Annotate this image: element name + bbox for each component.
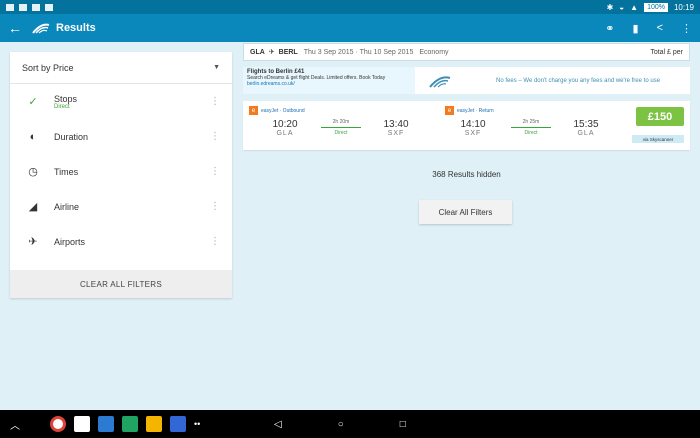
flight-result-card[interactable]: e easyJet · Outbound 10:20 GLA 2h 20m Di… <box>243 101 690 150</box>
search-summary[interactable]: GLA ✈ BERL Thu 3 Sep 2015 · Thu 10 Sep 2… <box>243 43 690 61</box>
overflow-menu-icon[interactable]: ⋮ <box>681 22 692 35</box>
price-button[interactable]: £150 <box>636 107 684 126</box>
arrival-time: 15:35 <box>573 119 599 130</box>
carrier-label: easyJet · Return <box>457 107 494 114</box>
origin-code: GLA <box>250 48 265 56</box>
gmail-icon[interactable] <box>74 416 90 432</box>
recents-nav-icon[interactable]: □ <box>400 419 406 430</box>
notification-icon <box>6 3 14 11</box>
drive-icon[interactable] <box>122 416 138 432</box>
system-nav-bar: ︿ •• ◁ ○ □ <box>0 410 700 438</box>
chart-icon[interactable]: ▮ <box>633 22 639 35</box>
outbound-leg: e easyJet · Outbound 10:20 GLA 2h 20m Di… <box>243 101 433 150</box>
cabin-class: Economy <box>419 48 449 56</box>
filter-label: Stops <box>54 93 78 104</box>
wifi-icon: ◒ <box>619 2 625 12</box>
filter-label: Times <box>54 166 79 177</box>
filter-panel: Sort by Price ▼ ✓ Stops Direct ⋮ ◐ Durat… <box>10 52 232 298</box>
more-icon[interactable]: ⋮ <box>210 201 220 212</box>
departure-code: SXF <box>464 130 482 137</box>
office-icon[interactable] <box>146 416 162 432</box>
plane-icon: ✈ <box>268 49 275 56</box>
back-nav-icon[interactable]: ◁ <box>274 419 282 430</box>
filter-times[interactable]: ◷ Times ⋮ <box>10 154 232 189</box>
stops-label: Direct <box>334 130 348 136</box>
carrier-label: easyJet · Outbound <box>261 107 305 114</box>
easyjet-logo-icon: e <box>249 106 258 115</box>
filter-airports[interactable]: ✈ Airports ⋮ <box>10 224 232 259</box>
route-line <box>511 127 551 128</box>
notification-icon <box>19 3 27 11</box>
filter-label: Airports <box>54 236 86 247</box>
via-provider-label: via Skyscanner <box>632 135 684 143</box>
notification-icon <box>45 3 53 11</box>
more-apps-icon[interactable]: •• <box>194 419 200 429</box>
home-nav-icon[interactable]: ○ <box>338 419 344 430</box>
more-icon[interactable]: ⋮ <box>210 236 220 247</box>
arrival-code: SXF <box>387 130 405 137</box>
route-line <box>321 127 361 128</box>
filter-sub-label: Direct <box>54 103 70 110</box>
sort-label: Sort by Price <box>22 62 74 73</box>
skyscanner-logo-icon <box>429 75 451 88</box>
filter-stops[interactable]: ✓ Stops Direct ⋮ <box>10 84 232 119</box>
arrival-code: GLA <box>577 130 595 137</box>
back-arrow-icon[interactable]: ← <box>8 20 26 36</box>
notification-icon <box>32 3 40 11</box>
clock-icon: ◷ <box>28 166 38 178</box>
sponsored-ad[interactable]: Flights to Berlin £41 Search eDreams & g… <box>243 67 415 94</box>
app-bar: ← Results ⚭ ▮ < ⋮ <box>0 14 700 42</box>
calendar-icon[interactable] <box>170 416 186 432</box>
chrome-icon[interactable] <box>50 416 66 432</box>
filter-label: Airline <box>54 201 80 212</box>
chevron-up-icon[interactable]: ︿ <box>10 417 50 432</box>
bluetooth-icon: ✱ <box>606 2 614 12</box>
stops-icon: ✓ <box>28 96 38 108</box>
filter-airline[interactable]: ◢ Airline ⋮ <box>10 189 232 224</box>
clear-all-filters-button[interactable]: Clear All Filters <box>419 200 512 224</box>
destination-code: BERL <box>278 48 298 56</box>
sort-dropdown[interactable]: Sort by Price ▼ <box>10 52 232 84</box>
no-fees-message: No fees – We don't charge you any fees a… <box>496 77 660 84</box>
airport-icon: ✈ <box>28 236 38 248</box>
clock: 10:19 <box>673 2 694 12</box>
stops-label: Direct <box>524 130 538 136</box>
travel-dates: Thu 3 Sep 2015 · Thu 10 Sep 2015 <box>303 48 414 56</box>
clear-all-filters-sidebar-button[interactable]: CLEAR ALL FILTERS <box>10 270 232 298</box>
more-icon[interactable]: ⋮ <box>210 96 220 107</box>
binoculars-icon[interactable]: ⚭ <box>605 22 614 35</box>
battery-indicator: 100% <box>644 2 668 12</box>
filter-label: Duration <box>54 131 89 142</box>
price-mode-label[interactable]: Total £ per <box>650 49 683 56</box>
signal-icon: ▲ <box>630 2 639 12</box>
flight-duration: 2h 25m <box>522 119 540 125</box>
page-title: Results <box>56 22 96 34</box>
departure-code: GLA <box>276 130 294 137</box>
arrival-time: 13:40 <box>383 119 409 130</box>
more-icon[interactable]: ⋮ <box>210 166 220 177</box>
ad-link[interactable]: berlin.edreams.co.uk/ <box>247 81 411 87</box>
ad-banner: Flights to Berlin £41 Search eDreams & g… <box>243 67 690 94</box>
duration-icon: ◐ <box>29 130 37 143</box>
departure-time: 10:20 <box>272 119 298 130</box>
airline-tail-icon: ◢ <box>28 201 38 213</box>
skyscanner-logo-icon <box>32 23 50 34</box>
inbound-leg: e easyJet · Return 14:10 SXF 2h 25m Dire… <box>439 101 629 150</box>
hidden-results-count: 368 Results hidden <box>432 170 501 179</box>
dropdown-caret-icon: ▼ <box>213 64 220 71</box>
departure-time: 14:10 <box>460 119 486 130</box>
flight-duration: 2h 20m <box>332 119 350 125</box>
more-icon[interactable]: ⋮ <box>210 131 220 142</box>
word-icon[interactable] <box>98 416 114 432</box>
status-bar: ✱ ◒ ▲ 100% 10:19 <box>0 0 700 14</box>
easyjet-logo-icon: e <box>445 106 454 115</box>
filter-duration[interactable]: ◐ Duration ⋮ <box>10 119 232 154</box>
share-icon[interactable]: < <box>657 22 663 34</box>
